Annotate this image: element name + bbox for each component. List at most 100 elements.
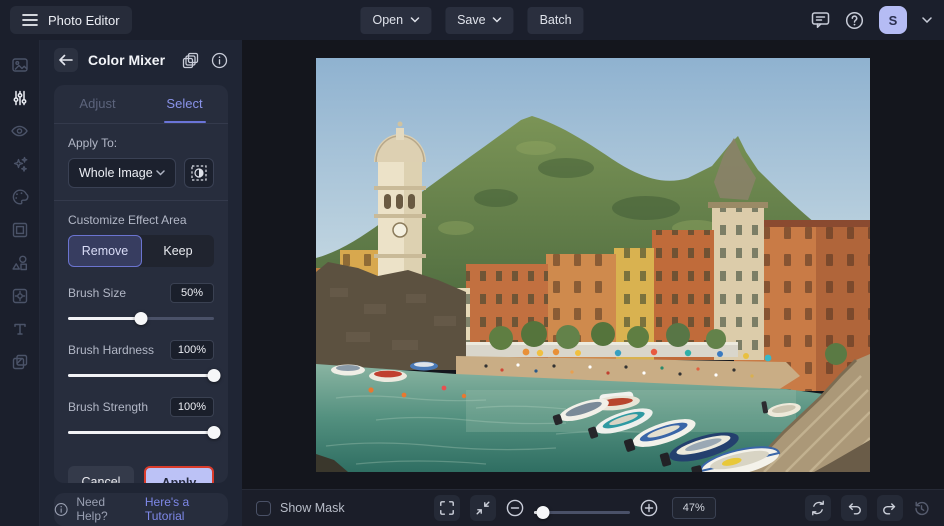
cancel-button[interactable]: Cancel [68,466,134,483]
collapse-icon [475,500,491,516]
info-icon [54,502,68,517]
rail-item-frames[interactable] [0,213,40,246]
show-mask-label: Show Mask [280,501,345,515]
minus-circle-icon [506,499,524,517]
sliders-icon [11,89,29,107]
invert-mask-button[interactable] [184,158,214,188]
slider-knob[interactable] [537,506,550,519]
slider-knob[interactable] [208,369,221,382]
brush-strength-slider[interactable] [68,426,214,440]
app-menu[interactable]: Photo Editor [10,6,132,34]
history-reset-button[interactable] [913,500,930,517]
customize-label: Customize Effect Area [68,213,214,227]
shapes-icon [11,254,29,272]
slider-knob[interactable] [135,312,148,325]
slider-value: 100% [170,397,214,417]
rail-item-touch-up[interactable] [0,114,40,147]
chevron-down-icon [493,17,502,23]
brush-size-control: Brush Size 50% [68,283,214,326]
info-icon [211,52,228,69]
tutorial-link[interactable]: Here's a Tutorial [145,495,228,523]
slider-label: Brush Size [68,286,126,300]
zoom-in-button[interactable] [640,499,658,517]
keep-button[interactable]: Keep [142,235,214,267]
slider-knob[interactable] [208,426,221,439]
apply-to-label: Apply To: [68,136,214,150]
rail-item-artsy[interactable] [0,180,40,213]
tab-select[interactable]: Select [141,85,228,123]
fullscreen-button[interactable] [434,495,460,521]
collage-icon [11,353,29,371]
color-mixer-panel: Color Mixer Adjust Select Apply To: Who [40,40,242,526]
refresh-button[interactable] [805,495,831,521]
sync-icon [810,500,826,516]
eye-icon [10,122,29,140]
duplicate-effect-button[interactable] [182,52,199,69]
avatar[interactable]: S [879,6,907,34]
account-menu-button[interactable] [922,17,932,23]
chevron-down-icon [156,170,165,176]
sparkles-icon [11,155,29,173]
rail-item-graphics[interactable] [0,246,40,279]
chevron-down-icon [922,17,932,23]
rail-item-adjustments[interactable] [0,81,40,114]
rail-item-layers[interactable] [0,345,40,378]
hamburger-icon [22,13,38,27]
app-title: Photo Editor [48,13,120,28]
back-button[interactable] [54,48,78,72]
texture-icon [11,287,29,305]
slider-label: Brush Strength [68,400,148,414]
rail-item-text[interactable] [0,312,40,345]
canvas-photo[interactable] [316,58,870,472]
redo-button[interactable] [877,495,903,521]
batch-button[interactable]: Batch [528,7,584,34]
slider-label: Brush Hardness [68,343,154,357]
open-button[interactable]: Open [360,7,431,34]
chevron-down-icon [410,17,419,23]
brush-hardness-slider[interactable] [68,369,214,383]
apply-to-value: Whole Image [79,166,153,180]
history-icon [913,500,930,517]
frame-icon [11,221,29,239]
tool-rail [0,40,40,526]
help-prefix: Need Help? [76,495,137,523]
zoom-slider[interactable] [534,506,630,520]
arrow-left-icon [59,54,73,66]
plus-circle-icon [640,499,658,517]
feedback-button[interactable] [811,11,830,29]
help-button[interactable] [845,11,864,30]
slider-value: 100% [170,340,214,360]
undo-icon [846,500,862,516]
avatar-initial: S [889,13,898,28]
rail-item-image-manager[interactable] [0,48,40,81]
bottom-bar: Show Mask 47% [242,489,944,526]
comment-icon [811,11,830,29]
info-button[interactable] [211,52,228,69]
show-mask-checkbox[interactable] [256,501,271,516]
undo-button[interactable] [841,495,867,521]
color-mixer-card: Adjust Select Apply To: Whole Image Cu [54,85,228,483]
apply-to-select[interactable]: Whole Image [68,158,176,188]
canvas-area [242,40,944,489]
remove-button[interactable]: Remove [68,235,142,267]
zoom-value[interactable]: 47% [672,497,716,519]
image-icon [11,56,29,74]
brush-strength-control: Brush Strength 100% [68,397,214,440]
top-bar: Photo Editor Open Save Batch S [0,0,944,40]
redo-icon [882,500,898,516]
tab-adjust[interactable]: Adjust [54,85,141,123]
panel-tabs: Adjust Select [54,85,228,124]
brush-size-slider[interactable] [68,312,214,326]
brush-hardness-control: Brush Hardness 100% [68,340,214,383]
rail-item-effects[interactable] [0,147,40,180]
zoom-out-button[interactable] [506,499,524,517]
palette-icon [11,188,29,206]
rail-item-textures[interactable] [0,279,40,312]
apply-button[interactable]: Apply [144,466,214,483]
tutorial-link-card[interactable]: Need Help? Here's a Tutorial [54,493,228,526]
fit-to-screen-button[interactable] [470,495,496,521]
panel-title: Color Mixer [88,52,172,68]
invert-selection-icon [191,165,207,181]
save-button[interactable]: Save [445,7,514,34]
question-icon [845,11,864,30]
